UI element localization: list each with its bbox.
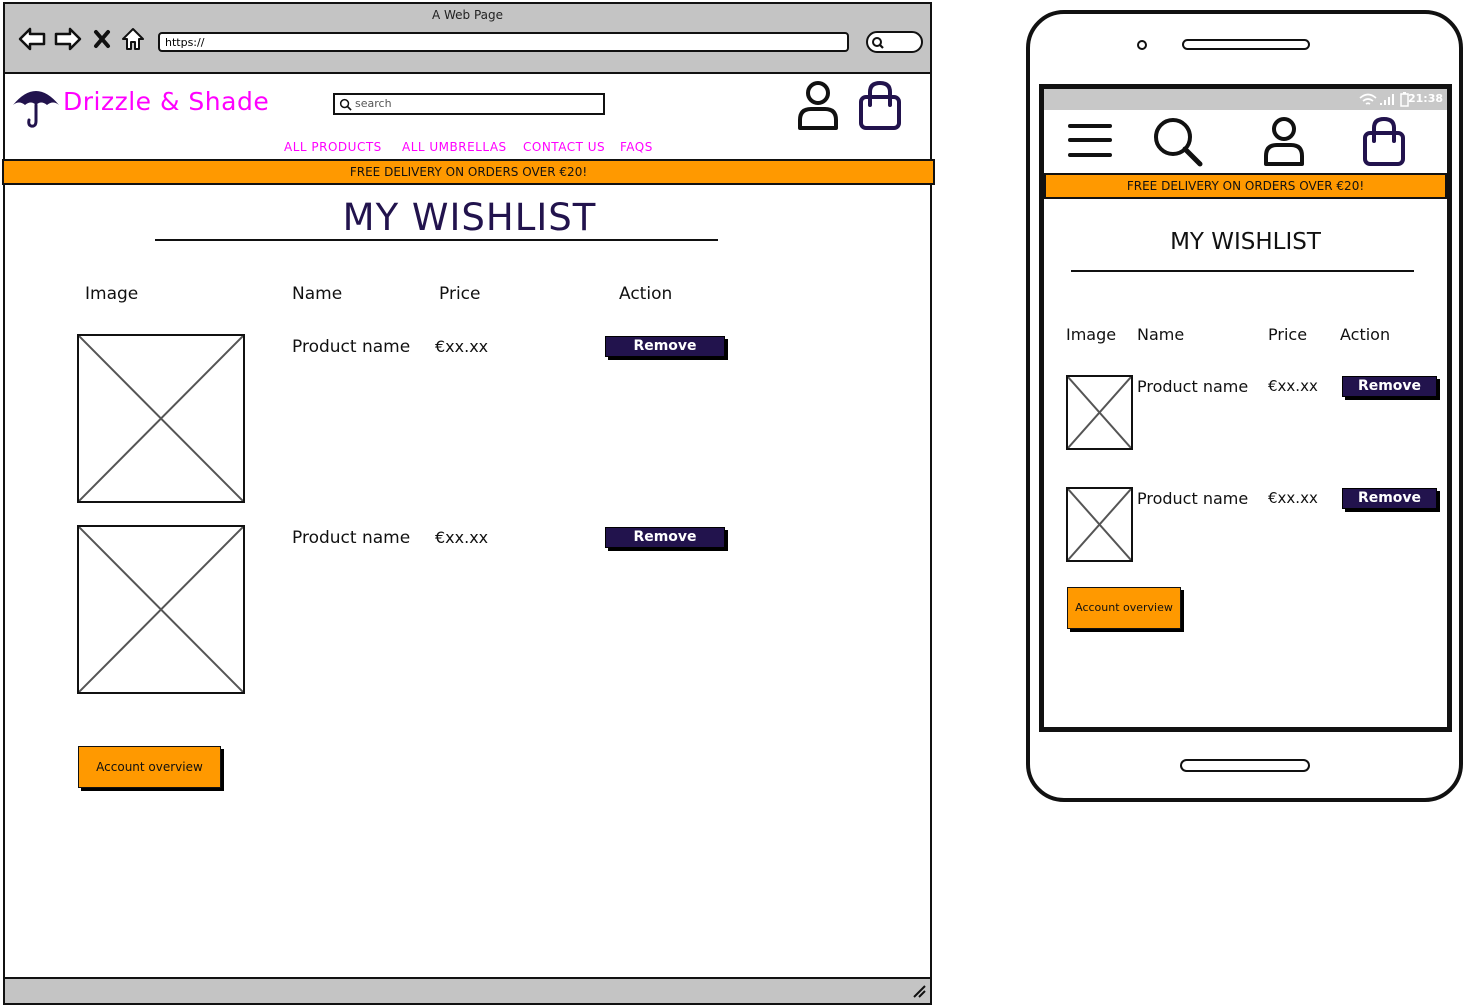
phone-speaker xyxy=(1182,39,1310,50)
forward-arrow-icon[interactable] xyxy=(53,24,83,54)
remove-button[interactable]: Remove xyxy=(605,527,725,548)
phone-screen: 21:38 FREE DELIVERY ON ORDERS OVER €20! … xyxy=(1039,84,1452,732)
site-search-input[interactable]: search xyxy=(333,93,605,115)
shopping-bag-icon[interactable] xyxy=(857,80,903,132)
product-image-placeholder xyxy=(1066,487,1133,562)
account-overview-button[interactable]: Account overview xyxy=(78,746,221,788)
table-row: Product name €xx.xx Remove xyxy=(77,525,757,695)
signal-icon xyxy=(1380,94,1394,105)
nav-faqs[interactable]: FAQS xyxy=(620,140,653,154)
table-row: Product name €xx.xx Remove xyxy=(1066,487,1446,563)
user-icon[interactable] xyxy=(796,80,840,132)
search-icon xyxy=(339,98,352,111)
page-title: MY WISHLIST xyxy=(1170,229,1321,255)
delivery-banner: FREE DELIVERY ON ORDERS OVER €20! xyxy=(2,159,935,185)
site-header: Drizzle & Shade search ALL PRODUCTS ALL … xyxy=(5,74,930,160)
product-price: €xx.xx xyxy=(1268,377,1318,395)
column-header-image: Image xyxy=(1066,325,1117,344)
wifi-icon xyxy=(1359,93,1377,105)
nav-all-products[interactable]: ALL PRODUCTS xyxy=(284,140,382,154)
status-time: 21:38 xyxy=(1407,92,1443,105)
stop-icon[interactable] xyxy=(91,24,113,54)
search-icon xyxy=(872,37,884,49)
shopping-bag-icon[interactable] xyxy=(1361,116,1407,168)
remove-button[interactable]: Remove xyxy=(1342,376,1437,397)
title-divider xyxy=(155,239,718,241)
title-divider xyxy=(1071,270,1414,272)
remove-button[interactable]: Remove xyxy=(1342,488,1437,509)
browser-status-bar xyxy=(5,977,930,1003)
delivery-banner: FREE DELIVERY ON ORDERS OVER €20! xyxy=(1044,173,1447,199)
product-name[interactable]: Product name xyxy=(1137,489,1248,508)
umbrella-icon xyxy=(13,91,59,128)
page-title: MY WISHLIST xyxy=(342,196,597,239)
product-name[interactable]: Product name xyxy=(292,528,410,548)
phone-camera xyxy=(1137,40,1147,50)
product-image-placeholder xyxy=(1066,375,1133,450)
url-bar[interactable]: https:// xyxy=(158,32,849,52)
column-header-name: Name xyxy=(292,284,343,304)
search-icon[interactable] xyxy=(1152,116,1204,168)
back-arrow-icon[interactable] xyxy=(17,24,47,54)
nav-contact-us[interactable]: CONTACT US xyxy=(523,140,605,154)
product-name[interactable]: Product name xyxy=(292,337,410,357)
column-header-price: Price xyxy=(439,284,481,304)
browser-titlebar: A Web Page https:// xyxy=(5,4,930,74)
brand-name[interactable]: Drizzle & Shade xyxy=(63,87,269,116)
phone-home-button[interactable] xyxy=(1180,759,1310,772)
product-price: €xx.xx xyxy=(435,337,489,356)
resize-grip-icon[interactable] xyxy=(912,984,926,998)
account-overview-button[interactable]: Account overview xyxy=(1067,587,1181,629)
product-name[interactable]: Product name xyxy=(1137,377,1248,396)
browser-window: A Web Page https:// Drizzle & Shade sear… xyxy=(2,2,935,1005)
window-title: A Web Page xyxy=(431,8,504,22)
user-icon[interactable] xyxy=(1262,116,1306,168)
remove-button[interactable]: Remove xyxy=(605,336,725,357)
product-image-placeholder xyxy=(77,525,245,694)
column-header-action: Action xyxy=(1340,325,1391,344)
browser-search-box[interactable] xyxy=(866,31,923,53)
table-row: Product name €xx.xx Remove xyxy=(1066,375,1446,451)
product-image-placeholder xyxy=(77,334,245,503)
menu-icon[interactable] xyxy=(1068,121,1112,161)
status-bar: 21:38 xyxy=(1044,89,1447,110)
column-header-action: Action xyxy=(619,284,673,304)
product-price: €xx.xx xyxy=(435,528,489,547)
column-header-name: Name xyxy=(1137,325,1185,344)
table-row: Product name €xx.xx Remove xyxy=(77,334,757,504)
column-header-price: Price xyxy=(1268,325,1308,344)
nav-all-umbrellas[interactable]: ALL UMBRELLAS xyxy=(402,140,507,154)
product-price: €xx.xx xyxy=(1268,489,1318,507)
column-header-image: Image xyxy=(85,284,139,304)
home-icon[interactable] xyxy=(119,24,147,54)
